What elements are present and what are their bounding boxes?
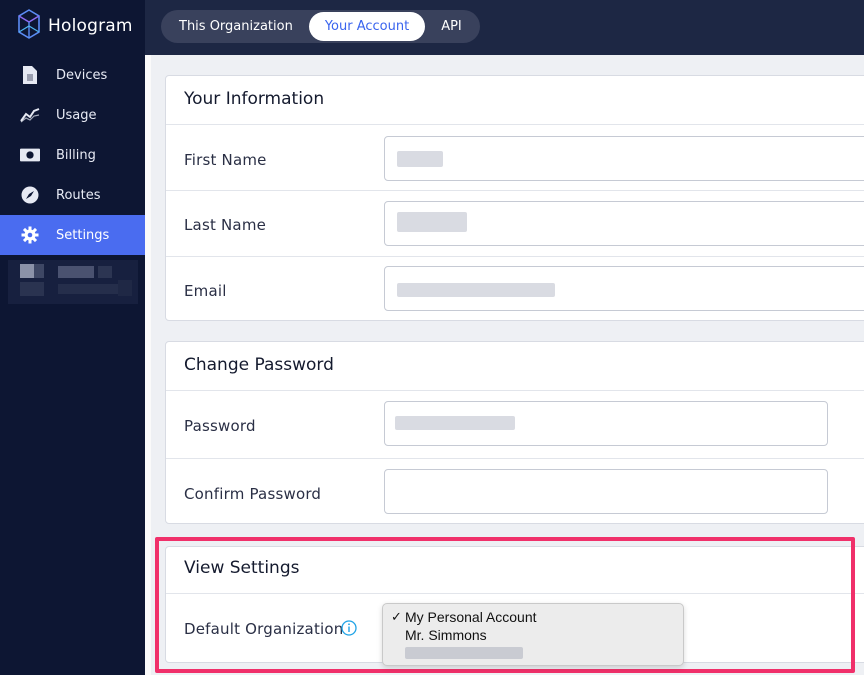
divider xyxy=(166,390,864,391)
compass-icon xyxy=(20,185,40,205)
password-label: Password xyxy=(184,417,256,435)
first-name-field[interactable] xyxy=(384,136,864,181)
redacted-value xyxy=(395,416,515,430)
option-label: My Personal Account xyxy=(405,609,537,625)
sim-card-icon xyxy=(20,65,40,85)
money-icon xyxy=(20,145,40,165)
redacted-value xyxy=(397,151,443,167)
sidebar-item-devices[interactable]: Devices xyxy=(0,55,145,95)
first-name-label: First Name xyxy=(184,151,267,169)
sidebar-item-label: Devices xyxy=(56,67,108,83)
brand[interactable]: Hologram xyxy=(18,9,133,43)
content-edge xyxy=(145,55,151,675)
checkmark-icon: ✓ xyxy=(391,609,402,624)
sidebar-item-label: Usage xyxy=(56,107,97,123)
hologram-logo-icon xyxy=(18,9,40,43)
confirm-password-field[interactable] xyxy=(384,469,828,514)
card-title: Change Password xyxy=(184,355,334,375)
brand-name: Hologram xyxy=(48,16,133,36)
account-tabs: This Organization Your Account API xyxy=(161,10,480,43)
tab-this-organization[interactable]: This Organization xyxy=(163,12,309,41)
email-field[interactable] xyxy=(384,266,864,311)
default-organization-dropdown[interactable]: ✓ My Personal Account Mr. Simmons xyxy=(382,603,684,666)
your-information-card: Your Information First Name Last Name Em… xyxy=(165,75,864,321)
account-switcher-redacted[interactable] xyxy=(8,260,138,304)
divider xyxy=(166,190,864,191)
top-bar: This Organization Your Account API xyxy=(145,0,864,55)
sidebar-item-billing[interactable]: Billing xyxy=(0,135,145,175)
tab-your-account[interactable]: Your Account xyxy=(308,12,426,41)
redacted-value xyxy=(405,647,523,659)
sidebar-item-label: Settings xyxy=(56,227,110,243)
card-title: Your Information xyxy=(184,89,325,109)
option-redacted[interactable] xyxy=(391,644,523,662)
sidebar-item-routes[interactable]: Routes xyxy=(0,175,145,215)
password-field[interactable] xyxy=(384,401,828,446)
sidebar: Hologram Devices Usage Billing Routes Se… xyxy=(0,0,145,675)
divider xyxy=(166,256,864,257)
sidebar-item-settings[interactable]: Settings xyxy=(0,215,145,255)
line-chart-icon xyxy=(20,105,40,125)
last-name-label: Last Name xyxy=(184,216,267,234)
option-my-personal-account[interactable]: ✓ My Personal Account xyxy=(391,608,537,626)
divider xyxy=(166,458,864,459)
redacted-value xyxy=(397,212,467,232)
last-name-field[interactable] xyxy=(384,201,864,246)
option-label: Mr. Simmons xyxy=(405,627,487,643)
sidebar-item-label: Billing xyxy=(56,147,96,163)
option-mr-simmons[interactable]: Mr. Simmons xyxy=(391,626,487,644)
confirm-password-label: Confirm Password xyxy=(184,485,322,503)
redacted-value xyxy=(397,283,555,297)
email-label: Email xyxy=(184,282,227,300)
sidebar-item-label: Routes xyxy=(56,187,101,203)
gear-icon xyxy=(20,225,40,245)
tab-api[interactable]: API xyxy=(425,12,478,41)
divider xyxy=(166,124,864,125)
sidebar-item-usage[interactable]: Usage xyxy=(0,95,145,135)
change-password-card: Change Password Password Confirm Passwor… xyxy=(165,341,864,524)
